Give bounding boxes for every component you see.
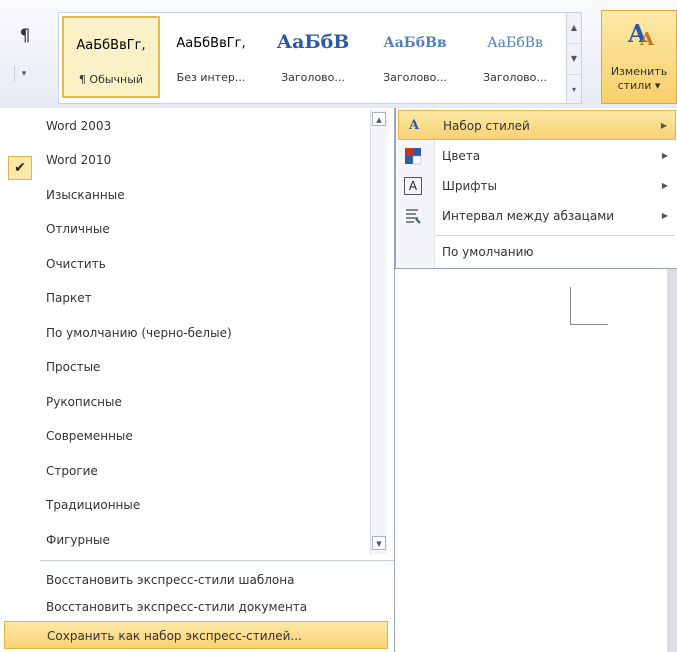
submenu-item-default[interactable]: По умолчанию (398, 237, 676, 267)
submenu-separator (436, 235, 674, 236)
submenu-item-label: Цвета (442, 149, 481, 163)
change-styles-label-line1: Изменить (610, 65, 668, 78)
style-sets-scrollbar[interactable]: ▲ ▼ (370, 110, 387, 554)
style-tile-sample: АаБбВвГг, (76, 38, 146, 53)
chevron-right-icon: ▶ (661, 151, 668, 160)
page-margin-corner-mark (570, 324, 608, 325)
colors-icon (404, 147, 422, 165)
style-tile-name: Без интер... (176, 71, 246, 84)
style-set-item[interactable]: Простые (46, 351, 366, 383)
document-page-edge (667, 269, 677, 652)
document-page[interactable] (395, 269, 677, 652)
fonts-icon: A (404, 177, 422, 195)
paragraph-dropdown-arrow-icon[interactable]: ▾ (14, 66, 33, 82)
style-set-item[interactable]: Word 2010 (46, 144, 366, 176)
style-tile-normal[interactable]: АаБбВвГг, ¶ Обычный (62, 16, 160, 98)
restore-document-styles-item[interactable]: Восстановить экспресс-стили документа (46, 593, 386, 621)
restore-template-styles-item[interactable]: Восстановить экспресс-стили шаблона (46, 566, 386, 594)
change-styles-label: Изменить стили ▾ (602, 65, 676, 93)
submenu-item-label: По умолчанию (442, 245, 534, 259)
submenu-item-label: Шрифты (442, 179, 497, 193)
style-tile-sample: АаБбВв (383, 35, 447, 51)
style-set-item[interactable]: Рукописные (46, 386, 366, 418)
style-set-item[interactable]: Традиционные (46, 489, 366, 521)
submenu-item-label: Набор стилей (443, 119, 530, 133)
style-tile-heading-3[interactable]: АаБбВв Заголово... (466, 16, 564, 98)
style-set-item[interactable]: Фигурные (46, 524, 366, 556)
chevron-right-icon: ▶ (661, 211, 668, 220)
style-sets-menu: ✔ Word 2003 Word 2010 Изысканные Отличны… (0, 108, 395, 652)
style-tile-heading-2[interactable]: АаБбВв Заголово... (366, 16, 464, 98)
style-set-item[interactable]: Очистить (46, 248, 366, 280)
scroll-up-icon[interactable]: ▲ (372, 112, 386, 126)
page-margin-corner-mark (570, 287, 571, 325)
submenu-item-fonts[interactable]: A Шрифты ▶ (398, 171, 676, 201)
style-tile-name: Заголово... (383, 71, 447, 84)
gallery-scroll-down-icon[interactable]: ▼ (567, 44, 581, 75)
scroll-down-icon[interactable]: ▼ (372, 536, 386, 550)
submenu-item-colors[interactable]: Цвета ▶ (398, 141, 676, 171)
style-set-item[interactable]: Паркет (46, 282, 366, 314)
change-styles-submenu: A Набор стилей ▶ Цвета ▶ A Шрифты ▶ Инте… (395, 108, 677, 269)
gallery-scroll-up-icon[interactable]: ▲ (567, 13, 581, 44)
menu-separator (40, 560, 394, 561)
style-tile-sample: АаБбВвГг, (176, 36, 246, 51)
style-tile-name: ¶ Обычный (78, 73, 144, 86)
gallery-scroll: ▲ ▼ ▾ (566, 13, 581, 103)
paragraph-spacing-icon (404, 207, 422, 225)
show-paragraph-marks-button[interactable]: ¶ (14, 24, 36, 48)
style-set-item[interactable]: Word 2003 (46, 110, 366, 142)
style-tile-sample: АаБбВ (276, 31, 350, 53)
style-set-item[interactable]: По умолчанию (черно-белые) (46, 317, 366, 349)
style-tile-heading-1[interactable]: АаБбВ Заголово... (264, 16, 362, 98)
change-styles-button[interactable]: AA Изменить стили ▾ (601, 10, 677, 104)
check-icon: ✔ (8, 156, 32, 180)
style-set-item[interactable]: Современные (46, 420, 366, 452)
style-set-item[interactable]: Изысканные (46, 179, 366, 211)
chevron-right-icon: ▶ (661, 181, 668, 190)
style-set-icon: A (408, 118, 420, 133)
submenu-item-style-set[interactable]: A Набор стилей ▶ (398, 110, 676, 140)
styles-gallery: АаБбВвГг, ¶ Обычный АаБбВвГг, Без интер.… (58, 12, 582, 104)
style-tile-name: Заголово... (483, 71, 547, 84)
style-tile-name: Заголово... (281, 71, 345, 84)
gallery-more-icon[interactable]: ▾ (567, 75, 581, 105)
chevron-right-icon: ▶ (660, 121, 667, 130)
style-set-item[interactable]: Строгие (46, 455, 366, 487)
change-styles-label-line2: стили ▾ (617, 79, 661, 92)
style-tile-no-spacing[interactable]: АаБбВвГг, Без интер... (162, 16, 260, 98)
save-as-style-set-item[interactable]: Сохранить как набор экспресс-стилей... (4, 621, 388, 649)
change-styles-icon: AA (628, 19, 654, 50)
submenu-item-paragraph-spacing[interactable]: Интервал между абзацами ▶ (398, 201, 676, 231)
style-tile-sample: АаБбВв (487, 35, 543, 51)
submenu-item-label: Интервал между абзацами (442, 209, 615, 223)
ribbon: ¶ ▾ АаБбВвГг, ¶ Обычный АаБбВвГг, Без ин… (0, 0, 677, 109)
style-set-item[interactable]: Отличные (46, 213, 366, 245)
